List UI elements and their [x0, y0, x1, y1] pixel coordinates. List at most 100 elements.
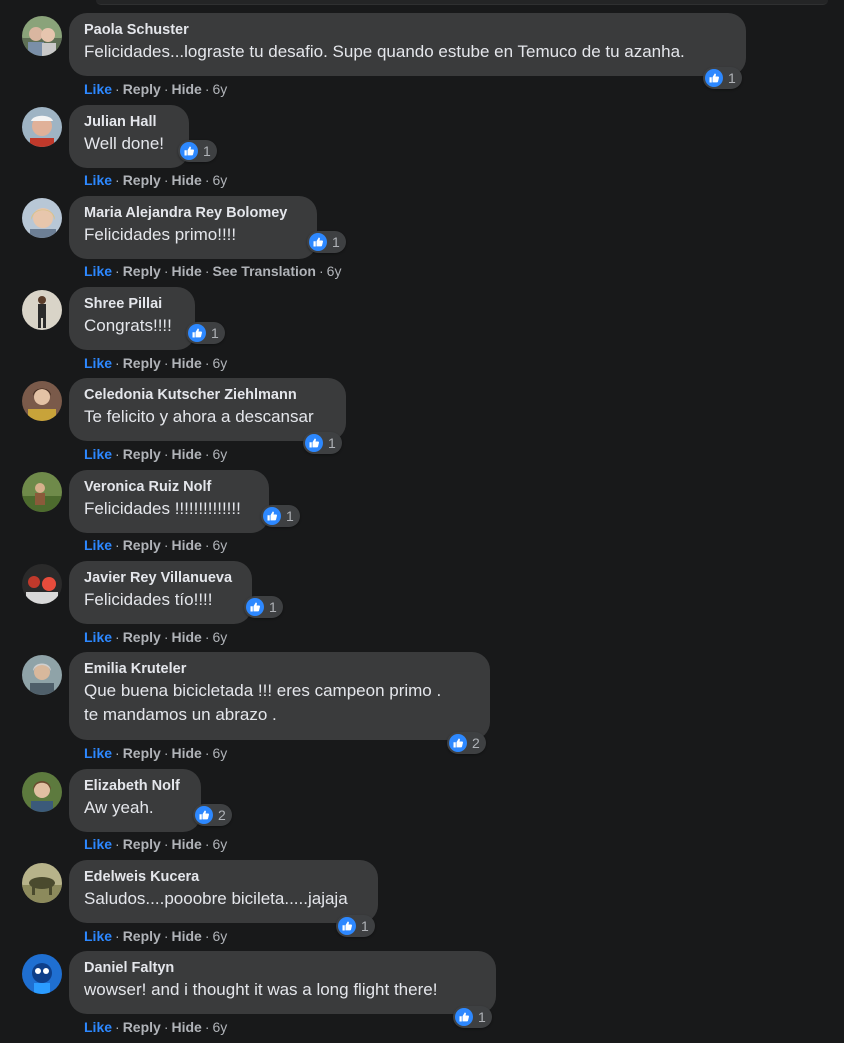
hide-link[interactable]: Hide — [171, 537, 201, 553]
avatar[interactable] — [22, 107, 62, 147]
reaction-badge[interactable]: 1 — [244, 596, 283, 618]
reply-link[interactable]: Reply — [123, 629, 161, 645]
reply-link[interactable]: Reply — [123, 446, 161, 462]
reply-link[interactable]: Reply — [123, 81, 161, 97]
hide-link[interactable]: Hide — [171, 1019, 201, 1035]
avatar[interactable] — [22, 655, 62, 695]
timestamp[interactable]: 6y — [213, 629, 228, 645]
timestamp[interactable]: 6y — [213, 355, 228, 371]
hide-link[interactable]: Hide — [171, 446, 201, 462]
comment-author[interactable]: Edelweis Kucera — [84, 868, 363, 887]
comment-author[interactable]: Julian Hall — [84, 113, 174, 132]
comment-author[interactable]: Javier Rey Villanueva — [84, 569, 237, 588]
comment-bubble: Edelweis Kucera Saludos....pooobre bicil… — [69, 860, 378, 923]
timestamp[interactable]: 6y — [213, 928, 228, 944]
reply-link[interactable]: Reply — [123, 836, 161, 852]
comment-author[interactable]: Shree Pillai — [84, 295, 180, 314]
comment-author[interactable]: Emilia Kruteler — [84, 660, 475, 679]
comment-author[interactable]: Celedonia Kutscher Ziehlmann — [84, 386, 331, 405]
reaction-badge[interactable]: 1 — [303, 432, 342, 454]
comment-bubble: Maria Alejandra Rey Bolomey Felicidades … — [69, 196, 317, 259]
avatar[interactable] — [22, 16, 62, 56]
comment-author[interactable]: Maria Alejandra Rey Bolomey — [84, 204, 302, 223]
avatar[interactable] — [22, 564, 62, 604]
previous-comment-edge — [96, 0, 828, 5]
comment-actions: Like · Reply · Hide · 6y — [84, 172, 228, 188]
timestamp[interactable]: 6y — [213, 446, 228, 462]
reaction-badge[interactable]: 1 — [453, 1006, 492, 1028]
comment-author[interactable]: Elizabeth Nolf — [84, 777, 186, 796]
reply-link[interactable]: Reply — [123, 172, 161, 188]
thumbs-up-icon — [449, 734, 467, 752]
reply-link[interactable]: Reply — [123, 263, 161, 279]
reaction-badge[interactable]: 1 — [336, 915, 375, 937]
hide-link[interactable]: Hide — [171, 629, 201, 645]
comment-text: Well done! — [84, 134, 165, 153]
like-link[interactable]: Like — [84, 928, 112, 944]
reaction-badge[interactable]: 1 — [178, 140, 217, 162]
see-translation-link[interactable]: See Translation — [213, 263, 316, 279]
like-link[interactable]: Like — [84, 745, 112, 761]
like-link[interactable]: Like — [84, 355, 112, 371]
timestamp[interactable]: 6y — [213, 836, 228, 852]
comment-bubble: Emilia Kruteler Que buena bicicletada !!… — [69, 652, 490, 740]
comment-actions: Like · Reply · Hide · 6y — [84, 446, 228, 462]
avatar[interactable] — [22, 381, 62, 421]
like-link[interactable]: Like — [84, 263, 112, 279]
hide-link[interactable]: Hide — [171, 836, 201, 852]
reaction-badge[interactable]: 1 — [261, 505, 300, 527]
comment-bubble: Paola Schuster Felicidades...lograste tu… — [69, 13, 746, 76]
reaction-badge[interactable]: 1 — [307, 231, 346, 253]
comment-author[interactable]: Paola Schuster — [84, 21, 731, 40]
reply-link[interactable]: Reply — [123, 537, 161, 553]
avatar[interactable] — [22, 472, 62, 512]
like-link[interactable]: Like — [84, 81, 112, 97]
timestamp[interactable]: 6y — [213, 537, 228, 553]
timestamp[interactable]: 6y — [213, 745, 228, 761]
like-link[interactable]: Like — [84, 836, 112, 852]
like-link[interactable]: Like — [84, 537, 112, 553]
hide-link[interactable]: Hide — [171, 355, 201, 371]
hide-link[interactable]: Hide — [171, 745, 201, 761]
like-link[interactable]: Like — [84, 446, 112, 462]
avatar[interactable] — [22, 290, 62, 330]
like-link[interactable]: Like — [84, 629, 112, 645]
comment-actions: Like · Reply · Hide · 6y — [84, 745, 228, 761]
avatar[interactable] — [22, 772, 62, 812]
reaction-count: 1 — [361, 918, 369, 934]
hide-link[interactable]: Hide — [171, 81, 201, 97]
reaction-badge[interactable]: 1 — [703, 67, 742, 89]
reaction-count: 1 — [269, 599, 277, 615]
reply-link[interactable]: Reply — [123, 355, 161, 371]
timestamp[interactable]: 6y — [213, 81, 228, 97]
reaction-badge[interactable]: 2 — [193, 804, 232, 826]
reaction-badge[interactable]: 1 — [186, 322, 225, 344]
reaction-count: 1 — [203, 143, 211, 159]
like-link[interactable]: Like — [84, 1019, 112, 1035]
timestamp[interactable]: 6y — [213, 1019, 228, 1035]
comment-text: Felicidades tío!!!! — [84, 590, 213, 609]
hide-link[interactable]: Hide — [171, 263, 201, 279]
reaction-count: 1 — [478, 1009, 486, 1025]
comment-actions: Like · Reply · Hide · See Translation · 6y — [84, 263, 342, 279]
comment-author[interactable]: Veronica Ruiz Nolf — [84, 478, 254, 497]
reply-link[interactable]: Reply — [123, 1019, 161, 1035]
reply-link[interactable]: Reply — [123, 928, 161, 944]
like-link[interactable]: Like — [84, 172, 112, 188]
thumbs-up-icon — [188, 324, 206, 342]
comment-bubble: Julian Hall Well done! — [69, 105, 189, 168]
hide-link[interactable]: Hide — [171, 172, 201, 188]
comment-bubble: Celedonia Kutscher Ziehlmann Te felicito… — [69, 378, 346, 441]
hide-link[interactable]: Hide — [171, 928, 201, 944]
timestamp[interactable]: 6y — [327, 263, 342, 279]
comment-actions: Like · Reply · Hide · 6y — [84, 355, 228, 371]
reaction-badge[interactable]: 2 — [447, 732, 486, 754]
avatar[interactable] — [22, 198, 62, 238]
timestamp[interactable]: 6y — [213, 172, 228, 188]
comment-author[interactable]: Daniel Faltyn — [84, 959, 481, 978]
reply-link[interactable]: Reply — [123, 745, 161, 761]
thumbs-up-icon — [338, 917, 356, 935]
avatar[interactable] — [22, 863, 62, 903]
avatar[interactable] — [22, 954, 62, 994]
comment-actions: Like · Reply · Hide · 6y — [84, 928, 228, 944]
